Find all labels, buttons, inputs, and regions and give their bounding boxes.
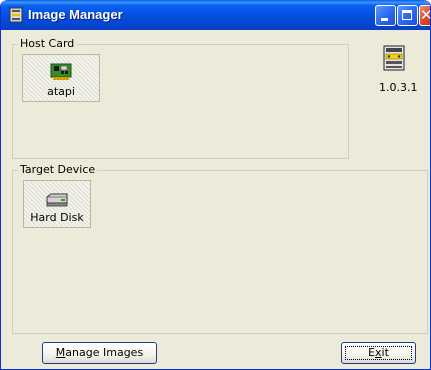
maximize-icon — [402, 10, 412, 20]
minimize-button[interactable] — [375, 5, 396, 26]
image-manager-window: Image Manager ✕ Host Card — [0, 0, 431, 370]
close-icon: ✕ — [420, 7, 430, 24]
title-bar[interactable]: Image Manager ✕ — [1, 0, 430, 30]
manage-images-mnemonic: M — [55, 346, 66, 359]
close-button[interactable]: ✕ — [419, 5, 430, 26]
expansion-card-icon — [50, 63, 72, 80]
host-card-item-label: atapi — [47, 85, 75, 98]
target-device-item-label: Hard Disk — [30, 211, 84, 224]
version-label: 1.0.3.1 — [379, 81, 418, 94]
host-card-group: Host Card atapi — [12, 37, 349, 159]
maximize-button[interactable] — [397, 5, 418, 26]
target-device-label: Target Device — [18, 163, 98, 177]
server-icon — [9, 7, 23, 23]
minimize-icon — [381, 18, 388, 21]
window-title: Image Manager — [28, 7, 123, 22]
focus-rectangle — [345, 346, 412, 360]
host-card-label: Host Card — [18, 37, 77, 51]
target-device-group: Target Device Hard Disk — [12, 163, 428, 334]
exit-button[interactable]: Exit — [341, 342, 416, 364]
target-device-item-hard-disk[interactable]: Hard Disk — [23, 180, 91, 228]
manage-images-button[interactable]: Manage Images — [42, 342, 157, 364]
server-icon — [383, 45, 405, 71]
host-card-item-atapi[interactable]: atapi — [22, 54, 100, 102]
hard-disk-icon — [46, 193, 68, 207]
manage-images-label-rest: anage Images — [65, 346, 144, 359]
